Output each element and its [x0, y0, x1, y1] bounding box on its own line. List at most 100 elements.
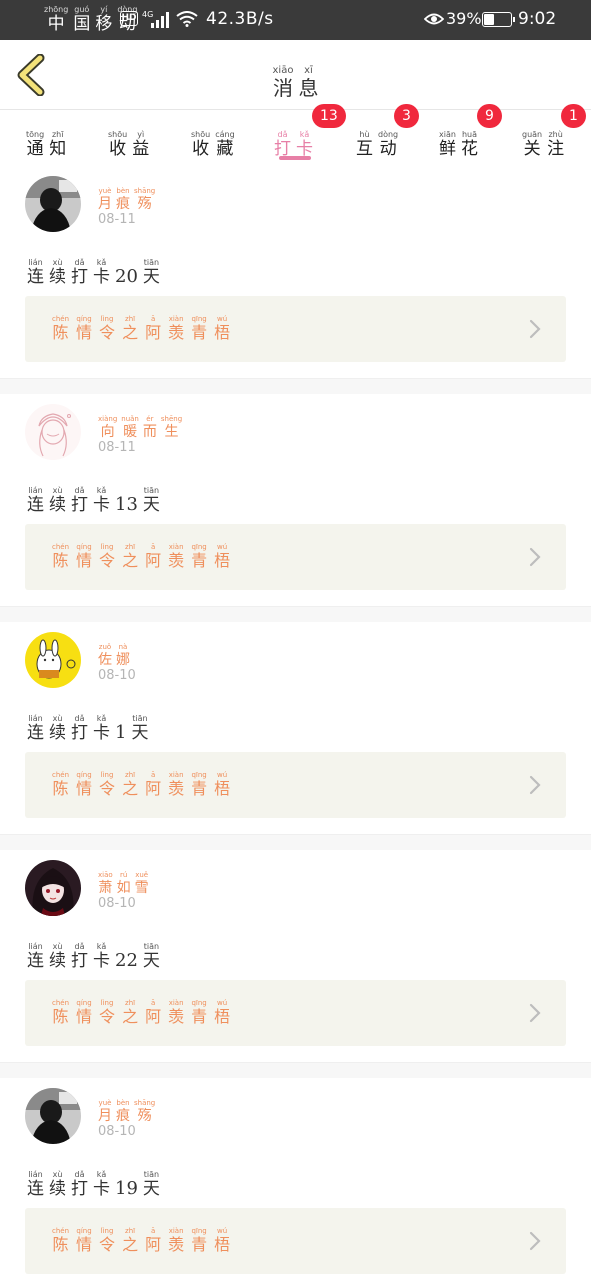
hanzi: 天: [142, 1179, 160, 1199]
hanzi: 而: [142, 424, 157, 440]
network-speed: 42.3B/s: [206, 9, 274, 29]
streak-text: lián 连 xù 续 dǎ 打 kǎ 卡 22 tiān 天: [27, 934, 160, 970]
username-char: xiàng 向: [98, 415, 118, 440]
topic-link[interactable]: chén 陈 qíng 情 lìng 令 zhī 之 ā 阿 xiàn 羡 qīng 青 wú 梧: [25, 752, 566, 818]
hanzi: 卡: [93, 951, 110, 971]
topic-char: chén 陈: [52, 1228, 69, 1253]
checkin-card: yuè 月 bèn 痕 shāng 殇 08-10 lián 连 xù 续 dǎ 打 kǎ 卡 19 tiān 天…: [0, 1078, 591, 1280]
card-separator: [0, 1062, 591, 1078]
pinyin: lián: [28, 714, 43, 723]
topic-char: qīng 青: [191, 1228, 207, 1253]
avatar[interactable]: [25, 1088, 81, 1144]
tab-shōu-yì[interactable]: shōu 收 yì 益: [108, 122, 149, 158]
pinyin: xù: [52, 486, 63, 495]
username-char: nà 娜: [116, 643, 130, 668]
eye-comfort-icon: [424, 13, 444, 25]
hanzi: 收: [109, 139, 127, 159]
topic-char: zhī 之: [122, 316, 138, 341]
tab-xiān-huā[interactable]: xiān 鲜 huā 花: [439, 122, 478, 158]
checkin-card: zuǒ 佐 nà 娜 08-10 lián 连 xù 续 dǎ 打 kǎ 卡 1 tiān 天 chén 陈 qín…: [0, 622, 591, 834]
username-char: yuè 月: [98, 188, 112, 212]
pinyin: kǎ: [299, 130, 310, 139]
avatar[interactable]: [25, 632, 81, 688]
hanzi: 羡: [168, 323, 185, 342]
username[interactable]: xiàng 向 nuǎn 暖 ér 而 shēng 生: [98, 406, 183, 440]
tab-hù-dòng[interactable]: hù 互 dòng 动: [356, 122, 398, 158]
hanzi: 青: [191, 551, 208, 570]
pinyin: shēng: [160, 415, 183, 423]
topic-char: qīng 青: [191, 772, 207, 797]
pinyin: qīng: [191, 543, 207, 551]
streak-char: lián 连: [27, 1171, 44, 1198]
pinyin: xiàng: [98, 415, 118, 423]
hanzi: 陈: [52, 323, 69, 342]
tab-dǎ-kǎ[interactable]: dǎ 打 kǎ 卡: [274, 122, 313, 158]
username[interactable]: yuè 月 bèn 痕 shāng 殇: [98, 178, 155, 212]
pinyin: nà: [118, 643, 128, 651]
tab-shōu-cáng[interactable]: shōu 收 cáng 藏: [191, 122, 235, 158]
streak-char: kǎ 卡: [93, 487, 110, 514]
topic-char: xiàn 羡: [168, 316, 184, 341]
streak-char: kǎ 卡: [93, 259, 110, 286]
pinyin: dòng: [378, 130, 399, 139]
checkin-feed: yuè 月 bèn 痕 shāng 殇 08-11 lián 连 xù 续 dǎ 打 kǎ 卡 20 tiān 天…: [0, 166, 591, 1280]
hanzi: 羡: [168, 1007, 185, 1026]
avatar[interactable]: [25, 860, 81, 916]
streak-char: tiān 天: [131, 715, 148, 742]
pinyin: zhī: [125, 999, 136, 1007]
topic-char: chén 陈: [52, 772, 69, 797]
topic-link[interactable]: chén 陈 qíng 情 lìng 令 zhī 之 ā 阿 xiàn 羡 qīng 青 wú 梧: [25, 524, 566, 590]
topic-char: lìng 令: [99, 1228, 115, 1253]
hanzi: 连: [27, 1179, 44, 1199]
avatar[interactable]: [25, 176, 81, 232]
pinyin: qíng: [76, 1227, 92, 1235]
pinyin: xiàn: [168, 1227, 184, 1235]
pinyin: xī: [304, 65, 313, 76]
username[interactable]: xiāo 萧 rú 如 xuě 雪: [98, 862, 149, 896]
streak-char: lián 连: [27, 943, 44, 970]
hanzi: 之: [122, 1235, 139, 1254]
pinyin: shōu: [191, 130, 211, 139]
hanzi: 娜: [116, 652, 130, 668]
streak-char: xù 续: [49, 943, 66, 970]
hanzi: 天: [142, 267, 160, 287]
pinyin: zhī: [125, 1227, 136, 1235]
topic-char: qíng 情: [76, 772, 92, 797]
status-bar: zhōng 中 guó 国 yí 移 dòng 动 HD 4G 42.3B/s 39% 9:0…: [0, 0, 591, 40]
streak-char: dǎ 打: [71, 1171, 88, 1198]
topic-char: qíng 情: [76, 1228, 92, 1253]
checkin-card: xiàng 向 nuǎn 暖 ér 而 shēng 生 08-11 lián 连 xù 续 dǎ 打 kǎ 卡 1…: [0, 394, 591, 606]
username[interactable]: yuè 月 bèn 痕 shāng 殇: [98, 1090, 155, 1124]
hanzi: 梧: [214, 1007, 231, 1026]
username[interactable]: zuǒ 佐 nà 娜: [98, 634, 130, 668]
hanzi: 青: [191, 1007, 208, 1026]
tab-tōng-zhī[interactable]: tōng 通 zhī 知: [26, 122, 66, 158]
topic-link[interactable]: chén 陈 qíng 情 lìng 令 zhī 之 ā 阿 xiàn 羡 qīng 青 wú 梧: [25, 296, 566, 362]
hanzi: 续: [49, 951, 66, 971]
streak-text: lián 连 xù 续 dǎ 打 kǎ 卡 13 tiān 天: [27, 478, 160, 514]
page-title: xiāo 消 xī 息: [0, 58, 591, 100]
pinyin: qīng: [191, 771, 207, 779]
hanzi: 天: [131, 723, 149, 743]
carrier-char: guó 国: [73, 6, 90, 33]
tab-label-char: xiān 鲜: [439, 131, 456, 158]
topic-char: zhī 之: [122, 1228, 138, 1253]
topic-link[interactable]: chén 陈 qíng 情 lìng 令 zhī 之 ā 阿 xiàn 羡 qīng 青 wú 梧: [25, 980, 566, 1046]
title-char: xiāo 消: [272, 66, 294, 100]
pinyin: dǎ: [277, 130, 288, 139]
chevron-right-icon: [529, 1231, 541, 1251]
hanzi: 续: [49, 723, 66, 743]
topic-char: zhī 之: [122, 1000, 138, 1025]
chevron-right-icon: [529, 319, 541, 339]
hanzi: 之: [122, 779, 139, 798]
avatar[interactable]: [25, 404, 81, 460]
hanzi: 消: [272, 76, 293, 100]
tab-guān-zhù[interactable]: guān 关 zhù 注: [522, 122, 564, 158]
pinyin: yuè: [98, 1099, 112, 1107]
streak-char: xù 续: [49, 487, 66, 514]
hanzi: 阿: [145, 323, 162, 342]
pinyin: xiàn: [168, 999, 184, 1007]
topic-char: qíng 情: [76, 544, 92, 569]
topic-link[interactable]: chén 陈 qíng 情 lìng 令 zhī 之 ā 阿 xiàn 羡 qīng 青 wú 梧: [25, 1208, 566, 1274]
hanzi: 打: [71, 1179, 88, 1199]
